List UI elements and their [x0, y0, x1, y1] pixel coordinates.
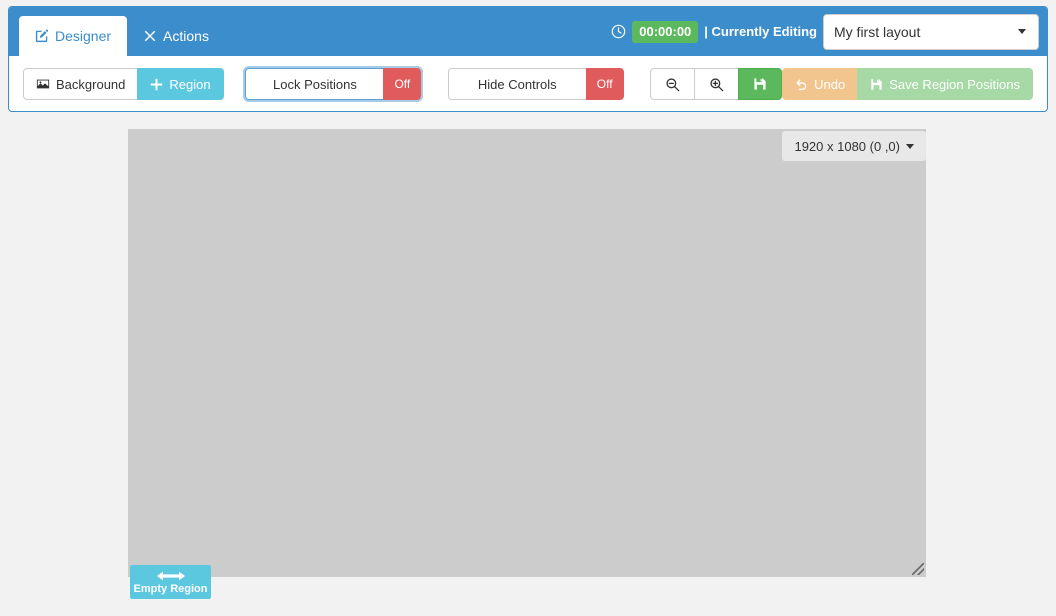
designer-panel: Designer Actions 00:00:00 | Currently Ed… [8, 6, 1048, 112]
background-button[interactable]: Background [23, 68, 138, 100]
layout-select-value: My first layout [834, 24, 920, 40]
floppy-disk-icon [753, 77, 767, 91]
save-region-positions-label: Save Region Positions [889, 77, 1020, 92]
tab-bar: Designer Actions [19, 16, 225, 56]
lock-positions-state[interactable]: Off [383, 68, 421, 100]
chevron-down-icon [1018, 29, 1026, 34]
currently-editing-label: | Currently Editing [704, 24, 817, 39]
empty-region-widget[interactable]: Empty Region [130, 565, 211, 599]
designer-toolbar: Background Region Lock Positions Off Hid… [9, 56, 1047, 112]
layout-select[interactable]: My first layout [823, 14, 1039, 50]
zoom-out-icon [665, 77, 680, 92]
plus-icon [150, 78, 163, 91]
edit-square-icon [35, 29, 49, 43]
add-region-button[interactable]: Region [137, 68, 223, 100]
resolution-dropdown-label: 1920 x 1080 (0 ,0) [794, 139, 900, 154]
close-x-icon [143, 29, 157, 43]
save-template-button[interactable] [738, 68, 782, 100]
tab-designer-label: Designer [55, 28, 111, 44]
tab-actions-label: Actions [163, 28, 209, 44]
lock-positions-toggle[interactable]: Lock Positions Off [245, 68, 421, 100]
chevron-down-icon [906, 144, 914, 149]
add-group: Background Region [23, 68, 224, 100]
zoom-in-button[interactable] [694, 68, 739, 100]
floppy-disk-icon [870, 78, 883, 91]
clock-icon [611, 24, 626, 39]
hide-controls-state[interactable]: Off [586, 68, 624, 100]
header-status-area: 00:00:00 | Currently Editing My first la… [611, 7, 1039, 56]
background-button-label: Background [56, 77, 125, 92]
undo-button-label: Undo [814, 77, 845, 92]
empty-region-label: Empty Region [134, 584, 208, 595]
layout-canvas[interactable]: 1920 x 1080 (0 ,0) [128, 129, 926, 577]
hide-controls-toggle[interactable]: Hide Controls Off [448, 68, 624, 100]
save-region-positions-button[interactable]: Save Region Positions [857, 68, 1033, 100]
zoom-group [650, 68, 782, 100]
undo-arrow-icon [795, 78, 808, 91]
undo-button[interactable]: Undo [782, 68, 858, 100]
zoom-out-button[interactable] [650, 68, 695, 100]
zoom-in-icon [709, 77, 724, 92]
arrows-horizontal-icon [157, 570, 185, 583]
tab-actions[interactable]: Actions [127, 16, 225, 56]
history-group: Undo Save Region Positions [782, 68, 1033, 100]
lock-positions-label[interactable]: Lock Positions [245, 68, 383, 100]
resolution-dropdown[interactable]: 1920 x 1080 (0 ,0) [782, 131, 926, 161]
panel-header: Designer Actions 00:00:00 | Currently Ed… [9, 7, 1047, 56]
canvas-resize-handle[interactable] [912, 563, 924, 575]
session-timer: 00:00:00 [632, 21, 698, 43]
image-icon [36, 77, 50, 91]
tab-designer[interactable]: Designer [19, 16, 127, 56]
hide-controls-label[interactable]: Hide Controls [448, 68, 586, 100]
add-region-button-label: Region [169, 77, 210, 92]
